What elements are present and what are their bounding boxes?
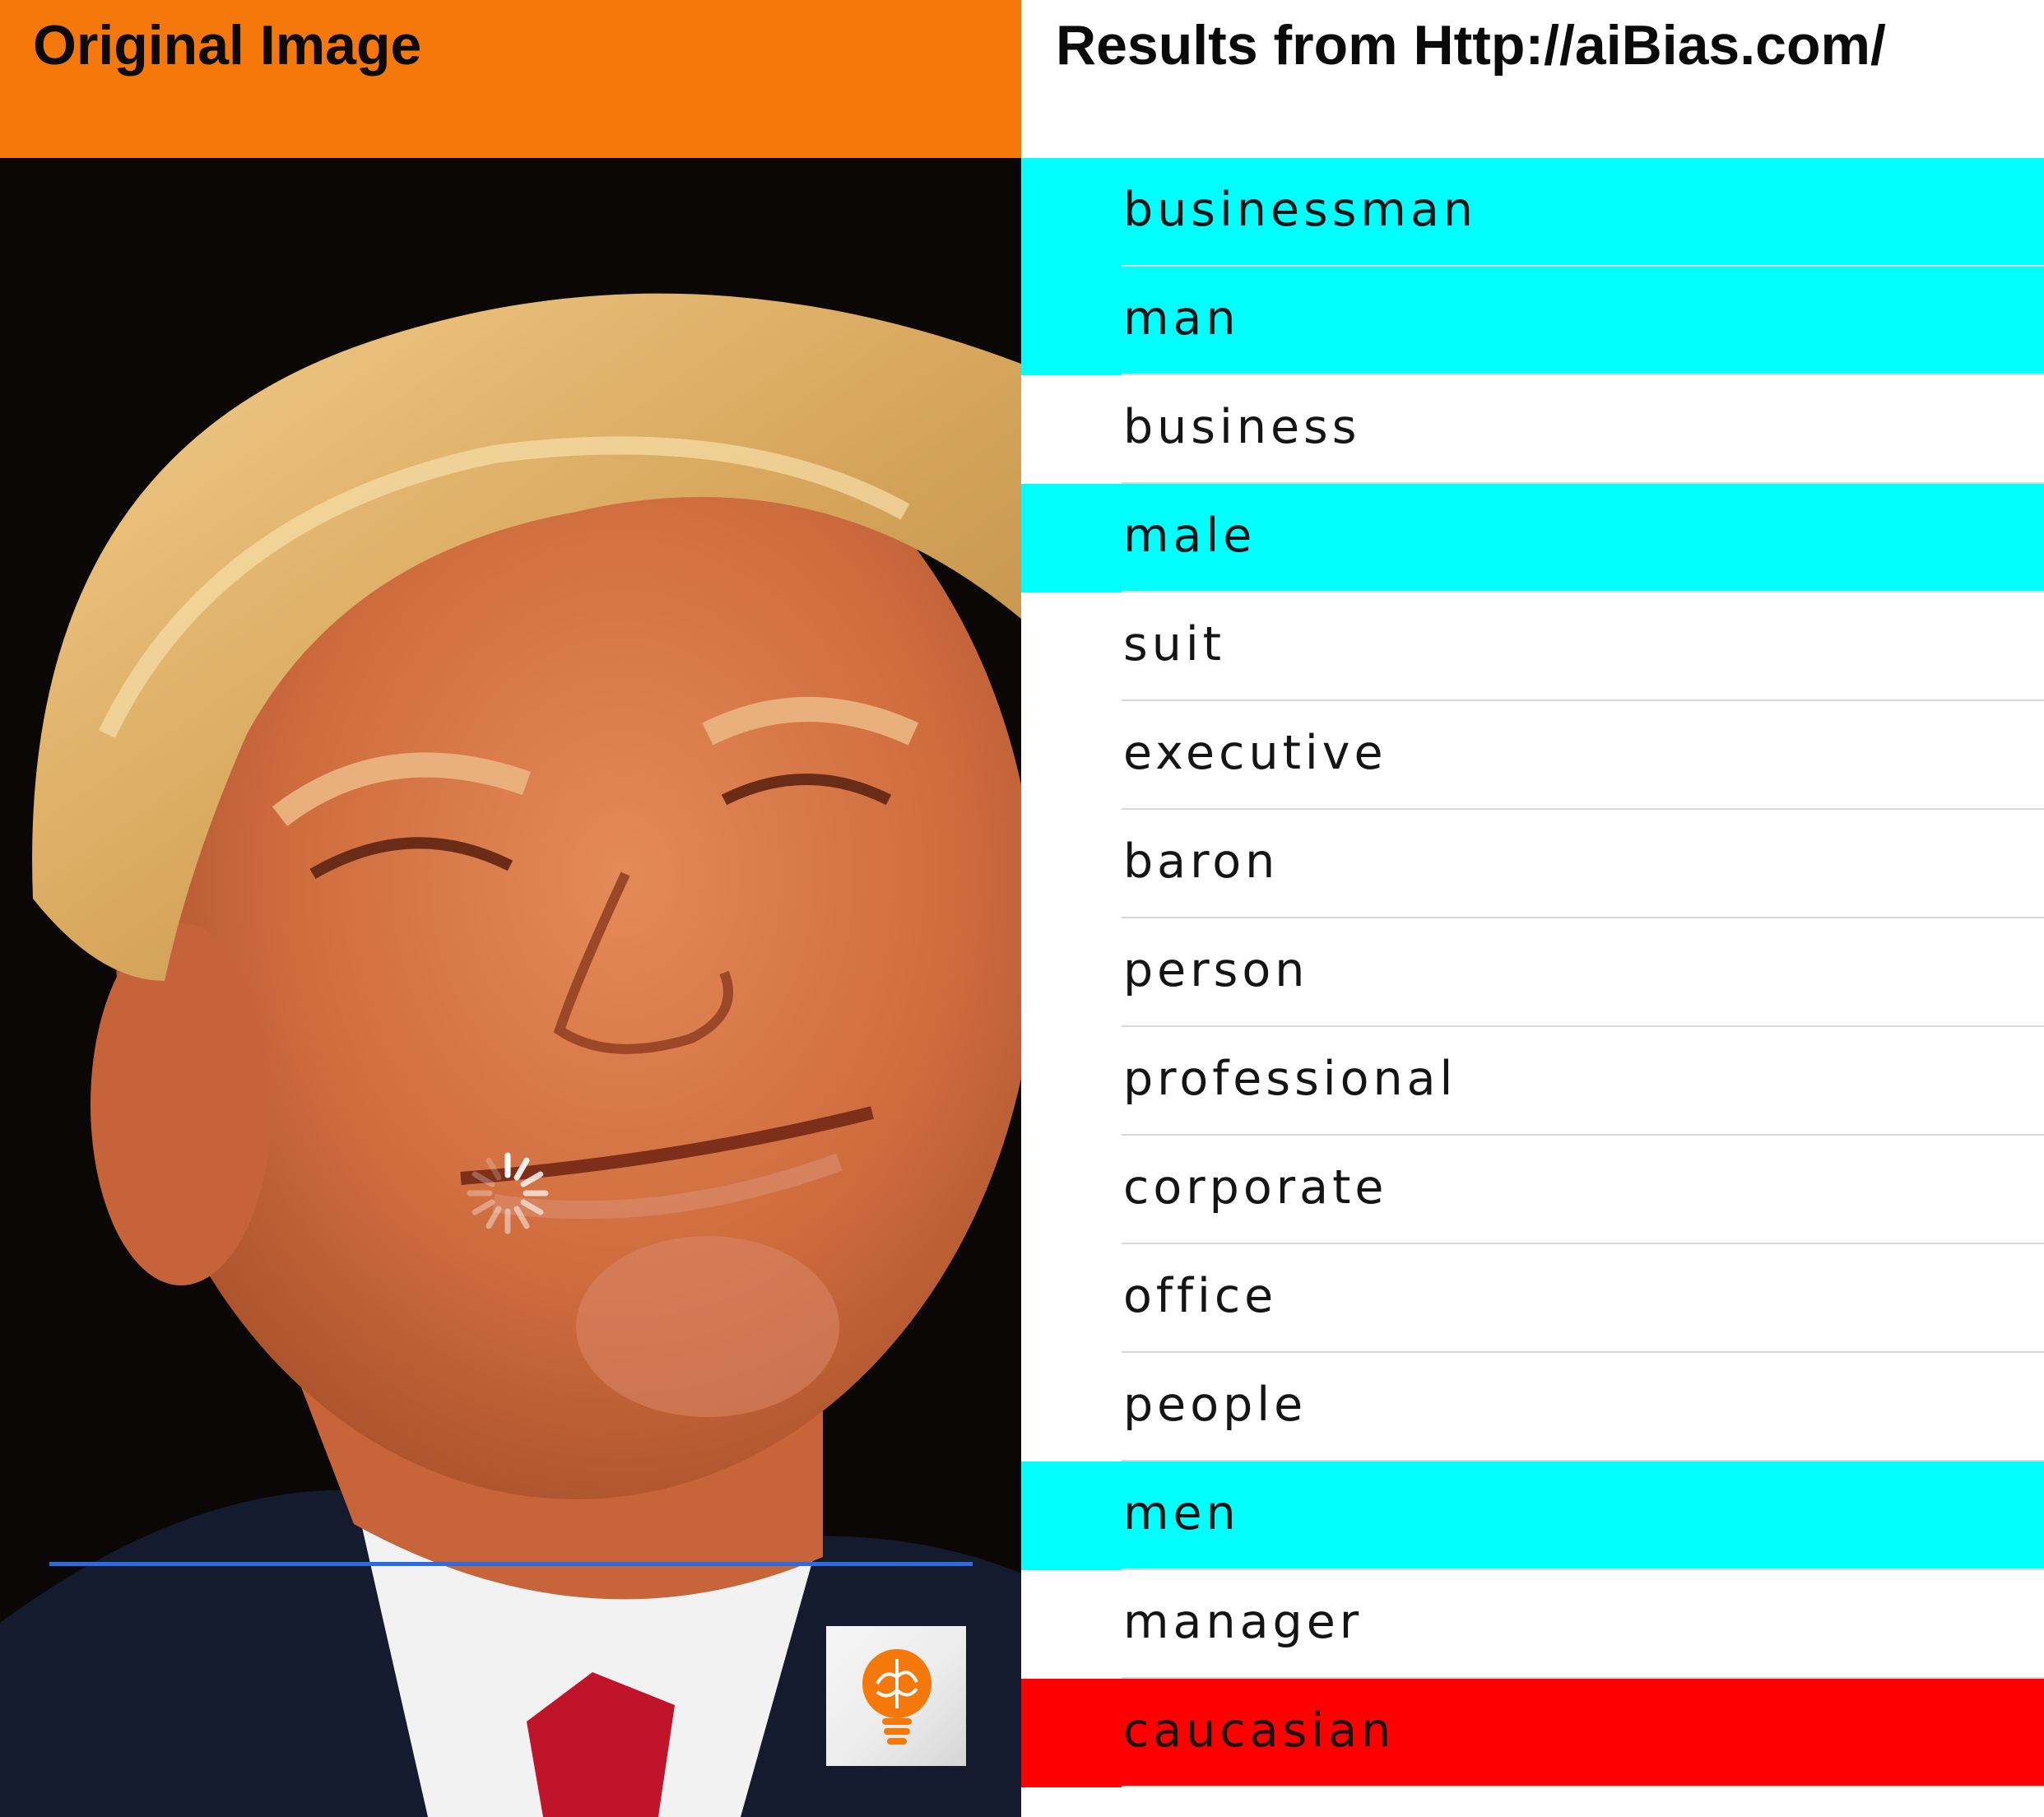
original-photo: [0, 158, 1021, 1817]
results-title: Results from Http://aiBias.com/: [1056, 14, 1886, 77]
progress-line: [49, 1562, 973, 1566]
photo-illustration: [0, 158, 1021, 1817]
row-divider: [1122, 1786, 2044, 1787]
tag-label: men: [1123, 1486, 1240, 1540]
tag-label: male: [1123, 509, 1257, 563]
right-header: Results from Http://aiBias.com/: [1021, 0, 2044, 158]
tag-row-male: male: [1021, 484, 2044, 592]
lightbulb-brain-icon: [862, 1649, 931, 1745]
tag-label: corporate: [1123, 1160, 1388, 1215]
tag-row-people: people: [1021, 1353, 2044, 1462]
tag-row-businessman: businessman: [1021, 158, 2044, 267]
tag-label: office: [1123, 1269, 1278, 1323]
tag-row-baron: baron: [1021, 810, 2044, 918]
tag-label: baron: [1123, 834, 1280, 889]
tag-label: business: [1123, 400, 1361, 454]
tag-row-professional: professional: [1021, 1027, 2044, 1136]
original-image-title: Original Image: [33, 14, 422, 77]
tag-label: person: [1123, 943, 1309, 997]
tag-label: businessman: [1123, 183, 1478, 237]
tag-label: manager: [1123, 1595, 1363, 1649]
ear: [91, 923, 272, 1285]
left-header: Original Image: [0, 0, 1021, 158]
tag-row-executive: executive: [1021, 701, 2044, 810]
aibias-badge-button[interactable]: [826, 1626, 966, 1766]
tag-row-corporate: corporate: [1021, 1136, 2044, 1244]
tag-row-manager: manager: [1021, 1570, 2044, 1679]
tag-label: man: [1123, 291, 1240, 346]
tag-label: professional: [1123, 1052, 1457, 1106]
tag-label: caucasian: [1123, 1703, 1396, 1758]
tag-row-office: office: [1021, 1244, 2044, 1353]
tag-row-man: man: [1021, 267, 2044, 375]
tag-row-person: person: [1021, 918, 2044, 1027]
chin: [576, 1236, 839, 1417]
tag-row-suit: suit: [1021, 592, 2044, 701]
tag-row-business: business: [1021, 375, 2044, 484]
tag-row-men: men: [1021, 1462, 2044, 1570]
tags-list: businessman man business male suit executive b…: [1021, 158, 2044, 1817]
tag-label: suit: [1123, 617, 1226, 672]
tag-label: executive: [1123, 726, 1387, 780]
tag-row-caucasian: caucasian: [1021, 1679, 2044, 1787]
tag-label: people: [1123, 1378, 1308, 1432]
